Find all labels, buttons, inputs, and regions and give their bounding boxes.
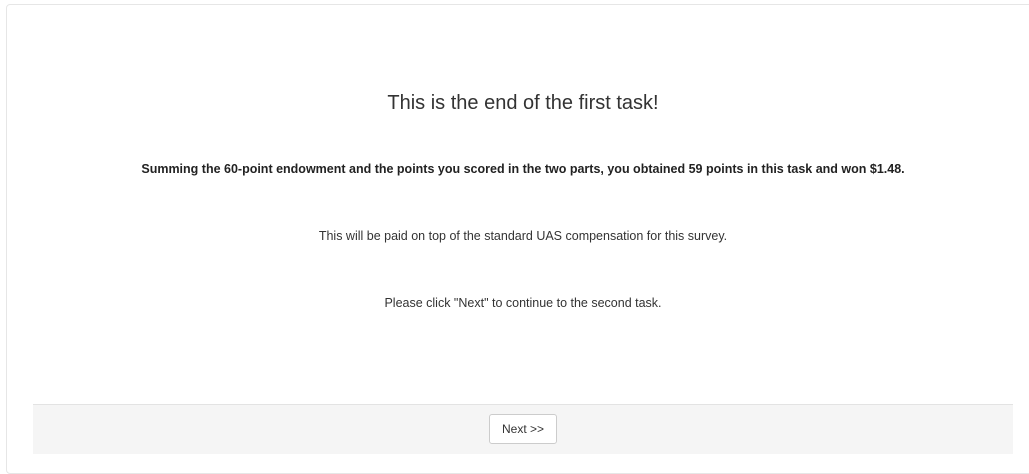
next-button[interactable]: Next >> — [489, 414, 557, 444]
payment-note: This will be paid on top of the standard… — [318, 229, 728, 243]
navigation-footer: Next >> — [33, 404, 1013, 454]
page-title: This is the end of the first task! — [387, 92, 659, 114]
next-instruction: Please click "Next" to continue to the s… — [384, 296, 662, 310]
score-summary: Summing the 60-point endowment and the p… — [141, 162, 905, 176]
